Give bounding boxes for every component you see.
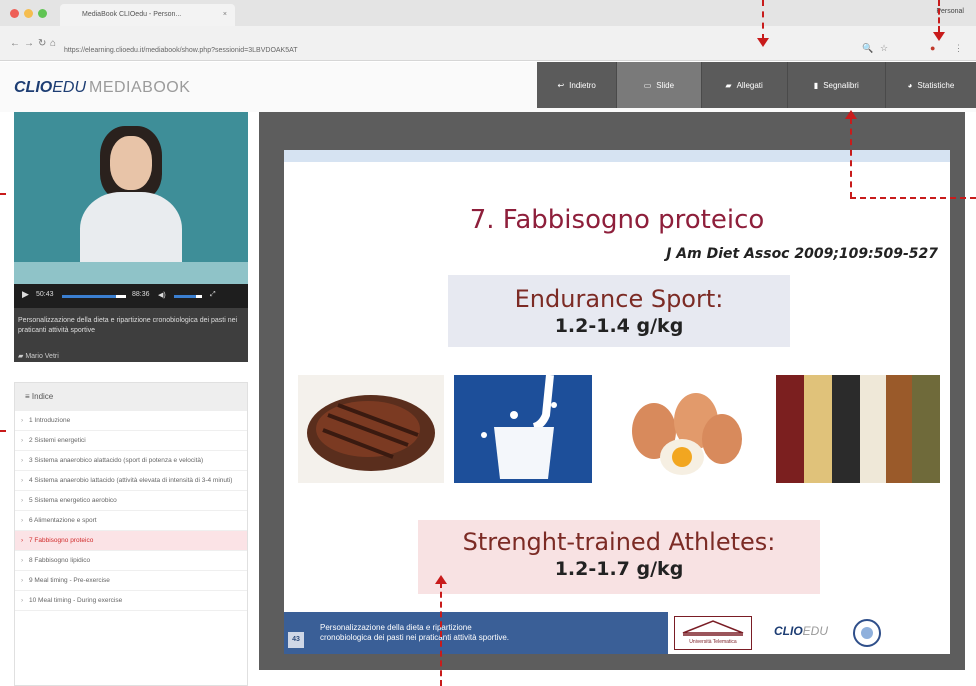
volume-slider[interactable] [174, 295, 196, 298]
back-arrow-icon[interactable]: ← [10, 38, 20, 49]
star-icon[interactable]: ☆ [880, 43, 888, 54]
index-item-active[interactable]: 7 Fabbisogno proteico [15, 531, 247, 551]
bookmarks-button-label: Segnalibri [823, 80, 859, 90]
extension-icon[interactable]: ● [930, 43, 935, 53]
index-item[interactable]: 9 Meal timing - Pre-exercise [15, 571, 247, 591]
callout-arrow [845, 110, 857, 119]
slide-title: 7. Fabbisogno proteico [469, 205, 765, 235]
statistics-button[interactable]: ◕ Statistiche [886, 62, 976, 108]
slide: 7. Fabbisogno proteico J Am Diet Assoc 2… [284, 150, 950, 654]
volume-icon[interactable]: ◀) [158, 291, 166, 299]
video-player[interactable]: ▶ 50:43 88:36 ◀) ⤢ Personalizzazione del… [14, 112, 248, 362]
video-title: Personalizzazione della dieta e ripartiz… [18, 317, 238, 334]
monitor-icon: ▭ [643, 80, 652, 90]
zoom-icon[interactable]: 🔍 [862, 43, 873, 54]
video-frame[interactable] [14, 112, 248, 284]
current-time: 50:43 [36, 291, 54, 298]
steak-image [298, 375, 444, 483]
main-toolbar: ↩ Indietro ▭ Slide ▰ Allegati ▮ Segnalib… [537, 62, 976, 108]
url-field[interactable]: https://elearning.clioedu.it/mediabook/s… [64, 44, 844, 58]
index-item[interactable]: 10 Meal timing - During exercise [15, 591, 247, 611]
strength-heading: Strenght-trained Athletes: [462, 528, 776, 556]
url-text: https://elearning.clioedu.it/mediabook/s… [64, 47, 298, 54]
home-icon[interactable]: ⌂ [50, 38, 56, 49]
browser-tab[interactable]: MediaBook CLIOedu - Person... × [60, 4, 235, 26]
university-logo: Università Telematica [674, 616, 752, 650]
video-author: ▰ Mario Vetri [18, 353, 59, 360]
browser-titlebar: MediaBook CLIOedu - Person... × Personal [0, 0, 976, 26]
callout-arrow [933, 32, 945, 41]
slide-button[interactable]: ▭ Slide [617, 62, 702, 108]
maximize-window-icon[interactable] [38, 9, 47, 18]
tab-close-icon[interactable]: × [223, 4, 227, 26]
progress-bar[interactable] [62, 295, 116, 298]
bookmark-icon: ▮ [813, 80, 819, 90]
endurance-value: 1.2-1.4 g/kg [554, 315, 684, 337]
bookmarks-button[interactable]: ▮ Segnalibri [788, 62, 886, 108]
callout-line [440, 582, 442, 686]
index-item[interactable]: 1 Introduzione [15, 411, 247, 431]
index-item[interactable]: 5 Sistema energetico aerobico [15, 491, 247, 511]
slide-button-label: Slide [656, 80, 675, 90]
endurance-heading: Endurance Sport: [514, 285, 724, 313]
attachments-button[interactable]: ▰ Allegati [702, 62, 788, 108]
back-button[interactable]: ↩ Indietro [537, 62, 618, 108]
index-list: 1 Introduzione 2 Sistemi energetici 3 Si… [15, 411, 247, 611]
fullscreen-icon[interactable]: ⤢ [210, 291, 216, 299]
callout-arrow [757, 38, 769, 47]
back-button-label: Indietro [569, 80, 596, 90]
seal-logo [852, 618, 946, 648]
callout-line [0, 193, 6, 195]
milk-image [454, 374, 592, 483]
index-panel: ≡ Indice 1 Introduzione 2 Sistemi energe… [14, 382, 248, 686]
slide-reference: J Am Diet Assoc 2009;109:509-527 [666, 246, 938, 262]
back-icon: ↩ [557, 80, 565, 90]
callout-line [762, 0, 764, 40]
callout-arrow [435, 575, 447, 584]
footer-clioedu-logo: CLIOEDU [774, 624, 829, 638]
folder-icon: ▰ [725, 80, 732, 90]
close-window-icon[interactable] [10, 9, 19, 18]
tab-title: MediaBook CLIOedu - Person... [82, 11, 182, 18]
statistics-button-label: Statistiche [917, 80, 955, 90]
list-icon: ≡ [25, 392, 32, 401]
index-item[interactable]: 6 Alimentazione e sport [15, 511, 247, 531]
minimize-window-icon[interactable] [24, 9, 33, 18]
footer-text: Personalizzazione della dieta e ripartiz… [320, 623, 509, 642]
forward-arrow-icon[interactable]: → [24, 38, 34, 49]
duration: 88:36 [132, 291, 150, 298]
slide-footer: 43 Personalizzazione della dieta e ripar… [284, 612, 950, 654]
pie-chart-icon: ◕ [907, 80, 913, 90]
browser-user-name[interactable]: Personal [936, 8, 964, 15]
index-heading[interactable]: ≡ Indice [15, 383, 247, 411]
menu-icon[interactable]: ⋮ [954, 43, 963, 54]
clioedu-logo[interactable]: CLIOEDU MEDIABOOK [14, 79, 190, 97]
index-item[interactable]: 8 Fabbisogno lipidico [15, 551, 247, 571]
index-item[interactable]: 2 Sistemi energetici [15, 431, 247, 451]
callout-line [938, 0, 940, 32]
index-item[interactable]: 4 Sistema anaerobio lattacido (attività … [15, 471, 247, 491]
strength-value: 1.2-1.7 g/kg [554, 558, 684, 580]
callout-line [0, 430, 6, 432]
video-controls: ▶ 50:43 88:36 ◀) ⤢ [14, 284, 248, 308]
index-item[interactable]: 3 Sistema anaerobico alattacido (sport d… [15, 451, 247, 471]
strength-box: Strenght-trained Athletes: 1.2-1.7 g/kg [418, 520, 820, 594]
endurance-box: Endurance Sport: 1.2-1.4 g/kg [448, 275, 790, 347]
legumes-image [776, 375, 940, 483]
eggs-image [610, 375, 752, 483]
callout-line [850, 118, 852, 198]
reload-icon[interactable]: ↻ [38, 38, 46, 49]
play-icon[interactable]: ▶ [22, 289, 29, 300]
slide-number: 43 [288, 632, 304, 648]
attachments-button-label: Allegati [736, 80, 763, 90]
callout-line [850, 197, 976, 199]
